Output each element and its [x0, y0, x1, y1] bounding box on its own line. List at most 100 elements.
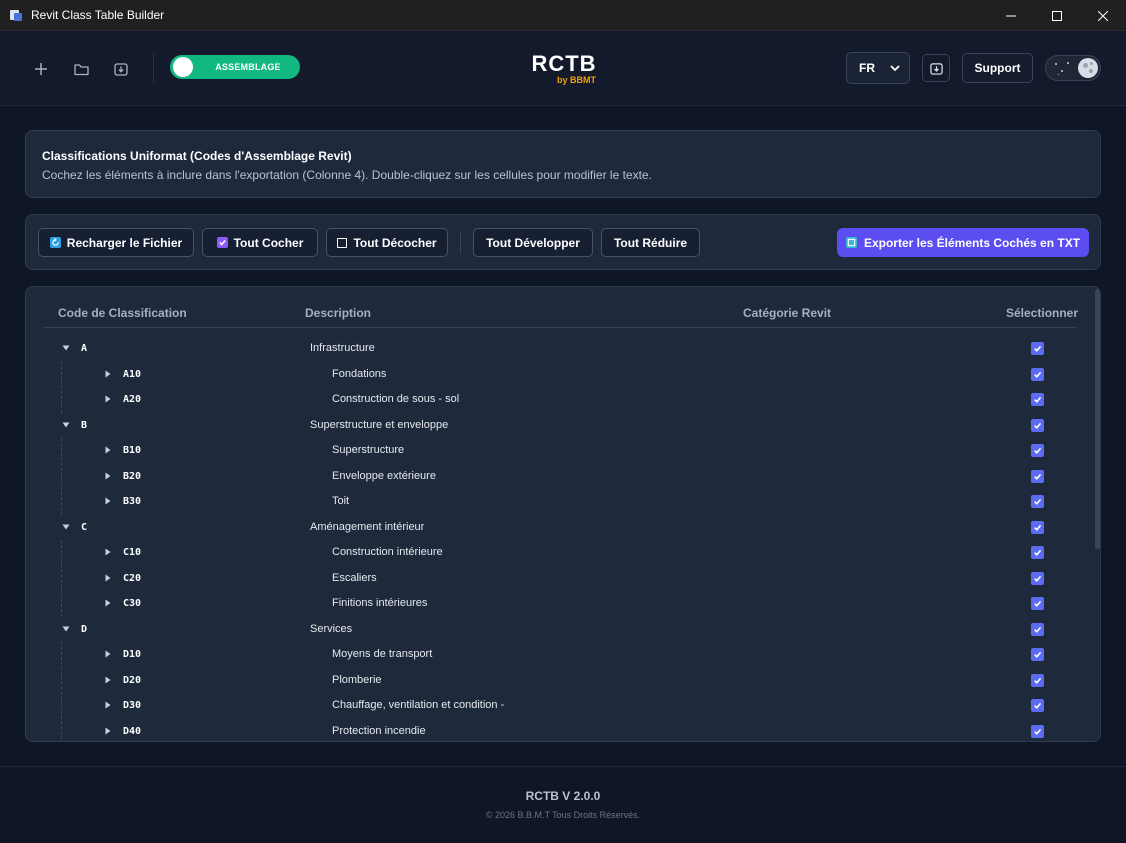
- classification-code[interactable]: A10: [123, 369, 141, 380]
- mode-toggle[interactable]: ASSEMBLAGE: [170, 55, 300, 79]
- classification-description[interactable]: Superstructure: [332, 444, 404, 456]
- caret-down-icon[interactable]: [62, 625, 70, 633]
- table-row[interactable]: D20 Plomberie: [26, 668, 1086, 694]
- caret-right-icon[interactable]: [104, 497, 112, 505]
- classification-description[interactable]: Chauffage, ventilation et condition -: [332, 699, 504, 711]
- caret-right-icon[interactable]: [104, 472, 112, 480]
- classification-description[interactable]: Enveloppe extérieure: [332, 470, 436, 482]
- select-checkbox[interactable]: [1031, 699, 1044, 712]
- caret-right-icon[interactable]: [104, 701, 112, 709]
- close-button[interactable]: [1080, 0, 1126, 31]
- classification-code[interactable]: D: [81, 624, 87, 635]
- header-divider: [153, 53, 154, 83]
- select-checkbox[interactable]: [1031, 546, 1044, 559]
- select-checkbox[interactable]: [1031, 724, 1044, 738]
- language-select[interactable]: FR: [846, 52, 910, 84]
- classification-code[interactable]: C20: [123, 573, 141, 584]
- classification-description[interactable]: Moyens de transport: [332, 648, 432, 660]
- caret-down-icon[interactable]: [62, 421, 70, 429]
- classification-code[interactable]: B20: [123, 471, 141, 482]
- table-row[interactable]: B20 Enveloppe extérieure: [26, 464, 1086, 490]
- select-checkbox[interactable]: [1031, 444, 1044, 457]
- classification-description[interactable]: Finitions intérieures: [332, 597, 427, 609]
- classification-code[interactable]: C: [81, 522, 87, 533]
- select-checkbox[interactable]: [1031, 495, 1044, 508]
- classification-description[interactable]: Protection incendie: [332, 725, 426, 737]
- select-checkbox[interactable]: [1031, 673, 1044, 687]
- new-button[interactable]: [32, 60, 50, 78]
- classification-code[interactable]: D10: [123, 649, 141, 660]
- save-button[interactable]: [112, 60, 130, 78]
- select-checkbox[interactable]: [1031, 597, 1044, 610]
- classification-description[interactable]: Aménagement intérieur: [310, 521, 424, 533]
- expand-all-button[interactable]: Tout Développer: [473, 228, 593, 257]
- minimize-button[interactable]: [988, 0, 1034, 31]
- table-row[interactable]: A10 Fondations: [26, 362, 1086, 388]
- table-row[interactable]: C10 Construction intérieure: [26, 540, 1086, 566]
- theme-toggle[interactable]: [1045, 55, 1101, 81]
- maximize-button[interactable]: [1034, 0, 1080, 31]
- select-checkbox[interactable]: [1031, 571, 1044, 585]
- caret-right-icon[interactable]: [104, 370, 112, 378]
- classification-description[interactable]: Services: [310, 623, 352, 635]
- export-txt-button[interactable]: Exporter les Éléments Cochés en TXT: [837, 228, 1089, 257]
- collapse-all-button[interactable]: Tout Réduire: [601, 228, 700, 257]
- table-row[interactable]: C20 Escaliers: [26, 566, 1086, 592]
- table-row[interactable]: D30 Chauffage, ventilation et condition -: [26, 693, 1086, 719]
- classification-code[interactable]: C30: [123, 598, 141, 609]
- table-row[interactable]: A Infrastructure: [26, 336, 1086, 362]
- support-button[interactable]: Support: [962, 53, 1033, 83]
- classification-code[interactable]: A20: [123, 394, 141, 405]
- select-checkbox[interactable]: [1031, 469, 1044, 483]
- classification-description[interactable]: Toit: [332, 495, 349, 507]
- select-checkbox[interactable]: [1031, 520, 1044, 534]
- classification-code[interactable]: B30: [123, 496, 141, 507]
- select-checkbox[interactable]: [1031, 648, 1044, 661]
- caret-right-icon[interactable]: [104, 395, 112, 403]
- classification-code[interactable]: B: [81, 420, 87, 431]
- classification-description[interactable]: Construction intérieure: [332, 546, 443, 558]
- folder-icon: [73, 63, 89, 75]
- caret-right-icon[interactable]: [104, 446, 112, 454]
- caret-right-icon[interactable]: [104, 676, 112, 684]
- table-row[interactable]: B10 Superstructure: [26, 438, 1086, 464]
- import-button[interactable]: [922, 54, 950, 82]
- select-checkbox[interactable]: [1031, 622, 1044, 636]
- classification-description[interactable]: Escaliers: [332, 572, 377, 584]
- check-all-button[interactable]: Tout Cocher: [202, 228, 318, 257]
- table-row[interactable]: C30 Finitions intérieures: [26, 591, 1086, 617]
- classification-description[interactable]: Fondations: [332, 368, 386, 380]
- select-checkbox[interactable]: [1031, 393, 1044, 406]
- caret-down-icon[interactable]: [62, 523, 70, 531]
- caret-right-icon[interactable]: [104, 599, 112, 607]
- caret-right-icon[interactable]: [104, 727, 112, 735]
- select-checkbox[interactable]: [1031, 418, 1044, 432]
- select-checkbox[interactable]: [1031, 367, 1044, 381]
- classification-code[interactable]: D30: [123, 700, 141, 711]
- caret-right-icon[interactable]: [104, 548, 112, 556]
- classification-code[interactable]: D40: [123, 726, 141, 737]
- caret-right-icon[interactable]: [104, 574, 112, 582]
- classification-description[interactable]: Infrastructure: [310, 342, 375, 354]
- classification-description[interactable]: Plomberie: [332, 674, 382, 686]
- uncheck-all-button[interactable]: Tout Décocher: [326, 228, 448, 257]
- classification-code[interactable]: C10: [123, 547, 141, 558]
- table-row[interactable]: D40 Protection incendie: [26, 719, 1086, 742]
- caret-right-icon[interactable]: [104, 650, 112, 658]
- table-row[interactable]: B30 Toit: [26, 489, 1086, 515]
- table-row[interactable]: D Services: [26, 617, 1086, 643]
- classification-code[interactable]: B10: [123, 445, 141, 456]
- classification-code[interactable]: A: [81, 343, 87, 354]
- scrollbar-thumb[interactable]: [1095, 289, 1100, 549]
- table-row[interactable]: C Aménagement intérieur: [26, 515, 1086, 541]
- table-row[interactable]: A20 Construction de sous - sol: [26, 387, 1086, 413]
- open-button[interactable]: [72, 60, 90, 78]
- table-row[interactable]: B Superstructure et enveloppe: [26, 413, 1086, 439]
- caret-down-icon[interactable]: [62, 344, 70, 352]
- classification-description[interactable]: Construction de sous - sol: [332, 393, 459, 405]
- select-checkbox[interactable]: [1031, 342, 1044, 355]
- classification-code[interactable]: D20: [123, 675, 141, 686]
- classification-description[interactable]: Superstructure et enveloppe: [310, 419, 448, 431]
- table-row[interactable]: D10 Moyens de transport: [26, 642, 1086, 668]
- reload-file-button[interactable]: Recharger le Fichier: [38, 228, 194, 257]
